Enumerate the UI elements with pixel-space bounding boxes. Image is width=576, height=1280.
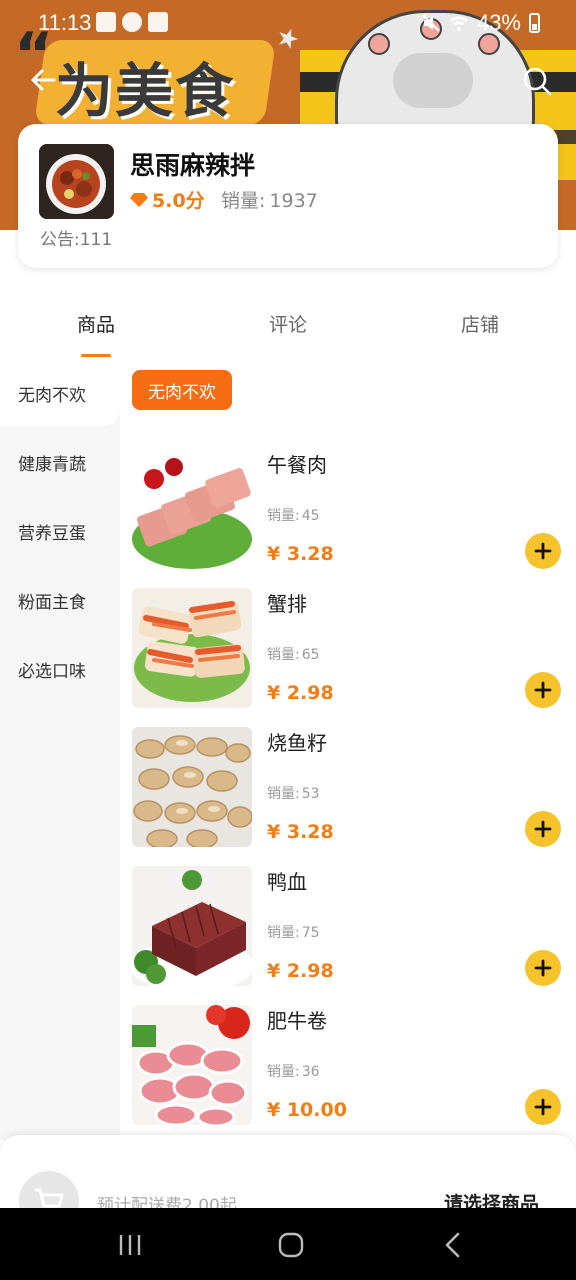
product-price: ¥ 3.28	[267, 543, 334, 565]
plus-icon	[534, 820, 552, 838]
category-heading-chip: 无肉不欢	[132, 370, 232, 410]
rating-value: 5.0分	[152, 190, 205, 212]
product-sales-value: 45	[301, 508, 320, 524]
battery-percent: 43%	[476, 10, 521, 35]
gallery-icon	[96, 12, 116, 32]
battery-icon	[529, 13, 540, 33]
recents-icon[interactable]	[115, 1230, 145, 1260]
shop-notice: 公告:111	[40, 230, 113, 250]
product-sales: 销量: 75	[267, 922, 320, 942]
tab-bar: 商品 评论 店铺	[0, 300, 576, 360]
product-sales-value: 75	[301, 925, 320, 941]
banner-title: 为美食	[55, 57, 236, 125]
status-time: 11:13	[38, 10, 92, 35]
tab-reviews[interactable]: 评论	[228, 310, 348, 337]
back-button[interactable]	[26, 62, 62, 98]
product-image	[132, 727, 252, 847]
shop-rating: 5.0分	[130, 186, 205, 213]
plus-icon	[534, 1098, 552, 1116]
product-sales: 销量: 45	[267, 505, 320, 525]
product-price: ¥ 10.00	[267, 1099, 347, 1121]
category-item-tofu-eggs[interactable]: 营养豆蛋	[0, 498, 120, 564]
sales-label: 销量:	[221, 190, 266, 212]
add-to-cart-button[interactable]	[525, 672, 561, 708]
shop-info-card: 思雨麻辣拌 5.0分 销量: 1937 公告:111	[18, 124, 558, 268]
product-name: 肥牛卷	[267, 1009, 327, 1033]
status-bar: 11:13 43%	[0, 0, 576, 48]
product-item[interactable]: 烧鱼籽 销量: 53 ¥ 3.28	[132, 727, 562, 852]
active-tab-indicator	[81, 354, 111, 357]
home-icon[interactable]	[276, 1230, 306, 1260]
shop-name: 思雨麻辣拌	[130, 151, 256, 180]
add-to-cart-button[interactable]	[525, 1089, 561, 1125]
cart-button[interactable]	[19, 1171, 79, 1210]
product-item[interactable]: 午餐肉 销量: 45 ¥ 3.28	[132, 449, 562, 574]
product-sales-value: 36	[301, 1064, 320, 1080]
add-to-cart-button[interactable]	[525, 811, 561, 847]
category-item-vegetables[interactable]: 健康青蔬	[0, 429, 120, 495]
app-notification-icon	[122, 12, 142, 32]
cart-bar: 预计配送费2.00起 请选择商品	[0, 1135, 576, 1210]
back-arrow-icon	[31, 69, 56, 91]
category-item-meat[interactable]: 无肉不欢	[0, 360, 120, 426]
category-item-flavor[interactable]: 必选口味	[0, 636, 120, 702]
product-sales-label: 销量:	[267, 1064, 300, 1080]
cart-icon	[35, 1188, 64, 1210]
plus-icon	[534, 542, 552, 560]
product-item[interactable]: 蟹排 销量: 65 ¥ 2.98	[132, 588, 562, 713]
product-name: 蟹排	[267, 592, 307, 616]
product-price: ¥ 2.98	[267, 682, 334, 704]
mute-icon	[422, 14, 440, 32]
product-name: 鸭血	[267, 870, 307, 894]
wifi-icon	[449, 16, 468, 31]
status-right: 43%	[421, 10, 540, 36]
product-image	[132, 588, 252, 708]
product-name: 烧鱼籽	[267, 731, 327, 755]
paw-shape	[393, 53, 473, 108]
search-icon	[523, 67, 552, 96]
shop-sales: 销量: 1937	[221, 186, 318, 213]
system-nav-bar	[0, 1208, 576, 1280]
plus-icon	[534, 681, 552, 699]
back-nav-icon[interactable]	[438, 1230, 468, 1260]
product-sales-label: 销量:	[267, 925, 300, 941]
product-name: 午餐肉	[267, 453, 327, 477]
search-button[interactable]	[520, 64, 554, 98]
product-sales-label: 销量:	[267, 508, 300, 524]
sales-value: 1937	[269, 190, 318, 212]
add-to-cart-button[interactable]	[525, 533, 561, 569]
product-price: ¥ 2.98	[267, 960, 334, 982]
product-image	[132, 1005, 252, 1125]
product-sales-value: 53	[301, 786, 320, 802]
product-item[interactable]: 鸭血 销量: 75 ¥ 2.98	[132, 866, 562, 991]
notification-icons	[96, 12, 168, 32]
category-item-noodles[interactable]: 粉面主食	[0, 567, 120, 633]
product-sales: 销量: 53	[267, 783, 320, 803]
product-item[interactable]: 肥牛卷 销量: 36 ¥ 10.00	[132, 1005, 562, 1130]
product-sales: 销量: 36	[267, 1061, 320, 1081]
tab-products[interactable]: 商品	[36, 310, 156, 337]
product-image	[132, 449, 252, 569]
product-sales-label: 销量:	[267, 647, 300, 663]
shop-logo	[39, 144, 114, 219]
checkout-button[interactable]: 请选择商品	[444, 1189, 539, 1210]
product-price: ¥ 3.28	[267, 821, 334, 843]
checkbox-icon	[148, 12, 168, 32]
product-sales-value: 65	[301, 647, 320, 663]
category-sidebar: 无肉不欢 健康青蔬 营养豆蛋 粉面主食 必选口味	[0, 360, 120, 1140]
product-image	[132, 866, 252, 986]
product-sales-label: 销量:	[267, 786, 300, 802]
shop-logo-image	[39, 144, 114, 219]
product-sales: 销量: 65	[267, 644, 320, 664]
add-to-cart-button[interactable]	[525, 950, 561, 986]
diamond-icon	[130, 192, 148, 207]
plus-icon	[534, 959, 552, 977]
tab-store[interactable]: 店铺	[420, 310, 540, 337]
